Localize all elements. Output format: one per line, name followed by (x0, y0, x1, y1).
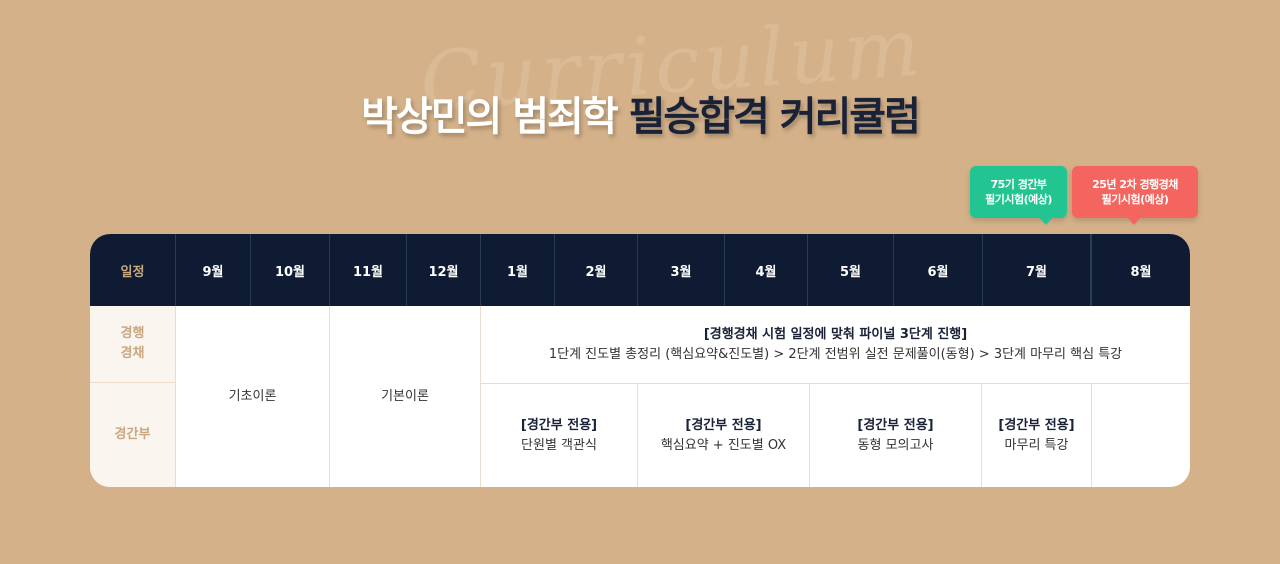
cadet-course-cell: [경간부 전용] 동형 모의고사 (810, 384, 982, 487)
header-month: 4월 (725, 234, 808, 306)
title-part-2: 필승합격 커리큘럼 (628, 94, 921, 140)
header-schedule: 일정 (90, 234, 176, 306)
bubble-line-1: 25년 2차 경행경채 (1092, 178, 1178, 191)
header-month: 11월 (330, 234, 407, 306)
row-label-police-cadet: 경간부 (90, 383, 176, 487)
cadet-course-cell: [경간부 전용] 핵심요약 + 진도별 OX (638, 384, 810, 487)
header-month: 5월 (808, 234, 894, 306)
row-label-line-1: 경행 (120, 326, 145, 341)
course-heading: [경간부 전용] (857, 417, 934, 433)
course-text: 핵심요약 + 진도별 OX (660, 437, 787, 453)
header-month: 9월 (176, 234, 251, 306)
course-heading: [경간부 전용] (998, 417, 1075, 433)
course-text: 동형 모의고사 (857, 437, 934, 453)
final-stage-heading: [경행경채 시험 일정에 맞춰 파이널 3단계 진행] (703, 326, 968, 342)
course-heading: [경간부 전용] (685, 417, 762, 433)
header-month: 12월 (407, 234, 481, 306)
header-month: 6월 (894, 234, 983, 306)
header-month: 2월 (555, 234, 638, 306)
course-text: 단원별 객관식 (521, 437, 597, 453)
exam-bubble-police-cadet: 75기 경간부 필기시험(예상) (970, 166, 1067, 225)
curriculum-table: 일정 9월 10월 11월 12월 1월 2월 3월 4월 5월 6월 7월 8… (90, 234, 1190, 487)
page-title: 박상민의 범죄학 필승합격 커리큘럼 (0, 84, 1280, 142)
header-month: 3월 (638, 234, 725, 306)
cadet-course-cell: [경간부 전용] 단원별 객관식 (481, 384, 638, 487)
final-stage-detail: 1단계 진도별 총정리 (핵심요약&진도별) > 2단계 전범위 실전 문제풀이… (548, 346, 1123, 362)
title-part-1: 박상민의 범죄학 (361, 94, 619, 140)
course-text: 마무리 특강 (1004, 437, 1069, 453)
foundation-theory-cell: 기본이론 (330, 306, 481, 487)
course-heading: [경간부 전용] (520, 417, 598, 433)
bubble-line-2: 필기시험(예상) (985, 193, 1052, 206)
header-month: 8월 (1090, 234, 1190, 306)
cadet-course-cell: [경간부 전용] 마무리 특강 (982, 384, 1092, 487)
row-label-special-hire: 경행 경채 (90, 306, 176, 383)
header-month: 10월 (251, 234, 330, 306)
header-month: 1월 (481, 234, 555, 306)
bubble-line-1: 75기 경간부 (990, 178, 1047, 191)
header-month: 7월 (1025, 264, 1047, 280)
month-header: 일정 9월 10월 11월 12월 1월 2월 3월 4월 5월 6월 7월 8… (90, 234, 1190, 306)
bubble-line-2: 필기시험(예상) (1101, 193, 1169, 206)
final-stage-cell: [경행경채 시험 일정에 맞춰 파이널 3단계 진행] 1단계 진도별 총정리 … (481, 306, 1190, 384)
empty-cell (1092, 384, 1190, 487)
basic-theory-cell: 기초이론 (176, 306, 330, 487)
exam-bubble-special-hire: 25년 2차 경행경채 필기시험(예상) (1072, 166, 1198, 225)
row-label-line-2: 경채 (120, 346, 145, 361)
